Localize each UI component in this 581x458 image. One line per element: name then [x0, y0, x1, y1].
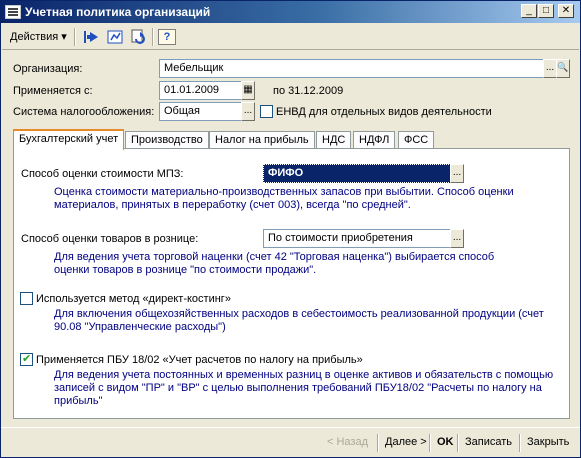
envd-label: ЕНВД для отдельных видов деятельности — [276, 106, 492, 118]
struct-icon[interactable] — [106, 29, 124, 45]
maximize-button[interactable]: □ — [538, 4, 554, 18]
tab-accounting[interactable]: Бухгалтерский учет — [13, 129, 125, 150]
close-button[interactable]: Закрыть — [523, 434, 573, 452]
button-separator — [429, 434, 431, 452]
organization-label: Организация: — [13, 63, 83, 75]
tab-panel-accounting: Способ оценки стоимости МПЗ: ФИФО ... Оц… — [13, 148, 570, 419]
actions-label: Действия — [10, 31, 59, 43]
mpz-label: Способ оценки стоимости МПЗ: — [21, 168, 184, 180]
button-separator — [457, 434, 459, 452]
organization-field[interactable]: Мебельщик — [159, 59, 544, 78]
retail-label: Способ оценки товаров в рознице: — [21, 233, 199, 245]
organization-select-button[interactable]: ... — [543, 59, 557, 78]
direct-costing-checkbox[interactable] — [20, 292, 33, 305]
calendar-icon[interactable]: ▦ — [241, 81, 255, 100]
retail-hint: Для ведения учета торговой наценки (счет… — [54, 251, 495, 276]
refresh-icon[interactable] — [130, 29, 148, 45]
save-button[interactable]: Записать — [461, 434, 516, 452]
direct-costing-label: Используется метод «директ-костинг» — [36, 293, 231, 305]
back-button[interactable]: < Назад — [323, 434, 372, 452]
tab-fss[interactable]: ФСС — [398, 131, 435, 149]
tab-profit-tax[interactable]: Налог на прибыль — [209, 131, 315, 149]
tab-production[interactable]: Производство — [125, 131, 209, 149]
applies-from-date-field[interactable]: 01.01.2009 — [159, 81, 242, 100]
tax-system-select-button[interactable]: ... — [241, 102, 255, 121]
ok-button[interactable]: OK — [433, 434, 458, 452]
chevron-down-icon: ▾ — [61, 31, 67, 43]
button-separator — [519, 434, 521, 452]
tax-system-field[interactable]: Общая — [159, 102, 242, 121]
close-window-button[interactable]: ✕ — [558, 4, 574, 18]
actions-menu-button[interactable]: Действия ▾ — [6, 28, 71, 46]
tab-vat[interactable]: НДС — [316, 131, 352, 149]
mpz-method-field[interactable]: ФИФО — [263, 164, 451, 183]
retail-method-field[interactable]: По стоимости приобретения — [263, 229, 451, 248]
mpz-hint: Оценка стоимости материально-производств… — [54, 186, 514, 211]
window-title: Учетная политика организаций — [25, 5, 211, 19]
toolbar: Действия ▾ ? — [2, 24, 579, 50]
toolbar-separator — [74, 28, 76, 46]
direct-costing-hint: Для включения общехозяйственных расходов… — [54, 308, 544, 333]
mpz-select-button[interactable]: ... — [450, 164, 464, 183]
toolbar-separator — [152, 28, 154, 46]
pbu-checkbox[interactable] — [20, 352, 33, 366]
document-icon — [5, 5, 21, 19]
back-arrow-icon[interactable] — [82, 29, 100, 45]
applies-from-label: Применяется с: — [13, 85, 93, 97]
envd-checkbox[interactable] — [260, 105, 273, 118]
minimize-button[interactable]: _ — [521, 4, 537, 18]
tax-system-label: Система налогообложения: — [13, 106, 155, 118]
search-icon[interactable]: 🔍 — [556, 59, 570, 78]
dialog-button-bar: < Назад Далее > OK Записать Закрыть — [1, 427, 580, 457]
applies-to-text: по 31.12.2009 — [273, 85, 344, 97]
policy-window: Учетная политика организаций _ □ ✕ Дейст… — [0, 0, 581, 458]
pbu-hint: Для ведения учета постоянных и временных… — [54, 369, 554, 407]
pbu-label: Применяется ПБУ 18/02 «Учет расчетов по … — [36, 354, 363, 366]
retail-select-button[interactable]: ... — [450, 229, 464, 248]
tab-ndfl[interactable]: НДФЛ — [353, 131, 396, 149]
title-bar[interactable]: Учетная политика организаций _ □ ✕ — [1, 1, 580, 23]
help-icon[interactable]: ? — [158, 29, 176, 45]
button-separator — [377, 434, 379, 452]
next-button[interactable]: Далее > — [381, 434, 431, 452]
